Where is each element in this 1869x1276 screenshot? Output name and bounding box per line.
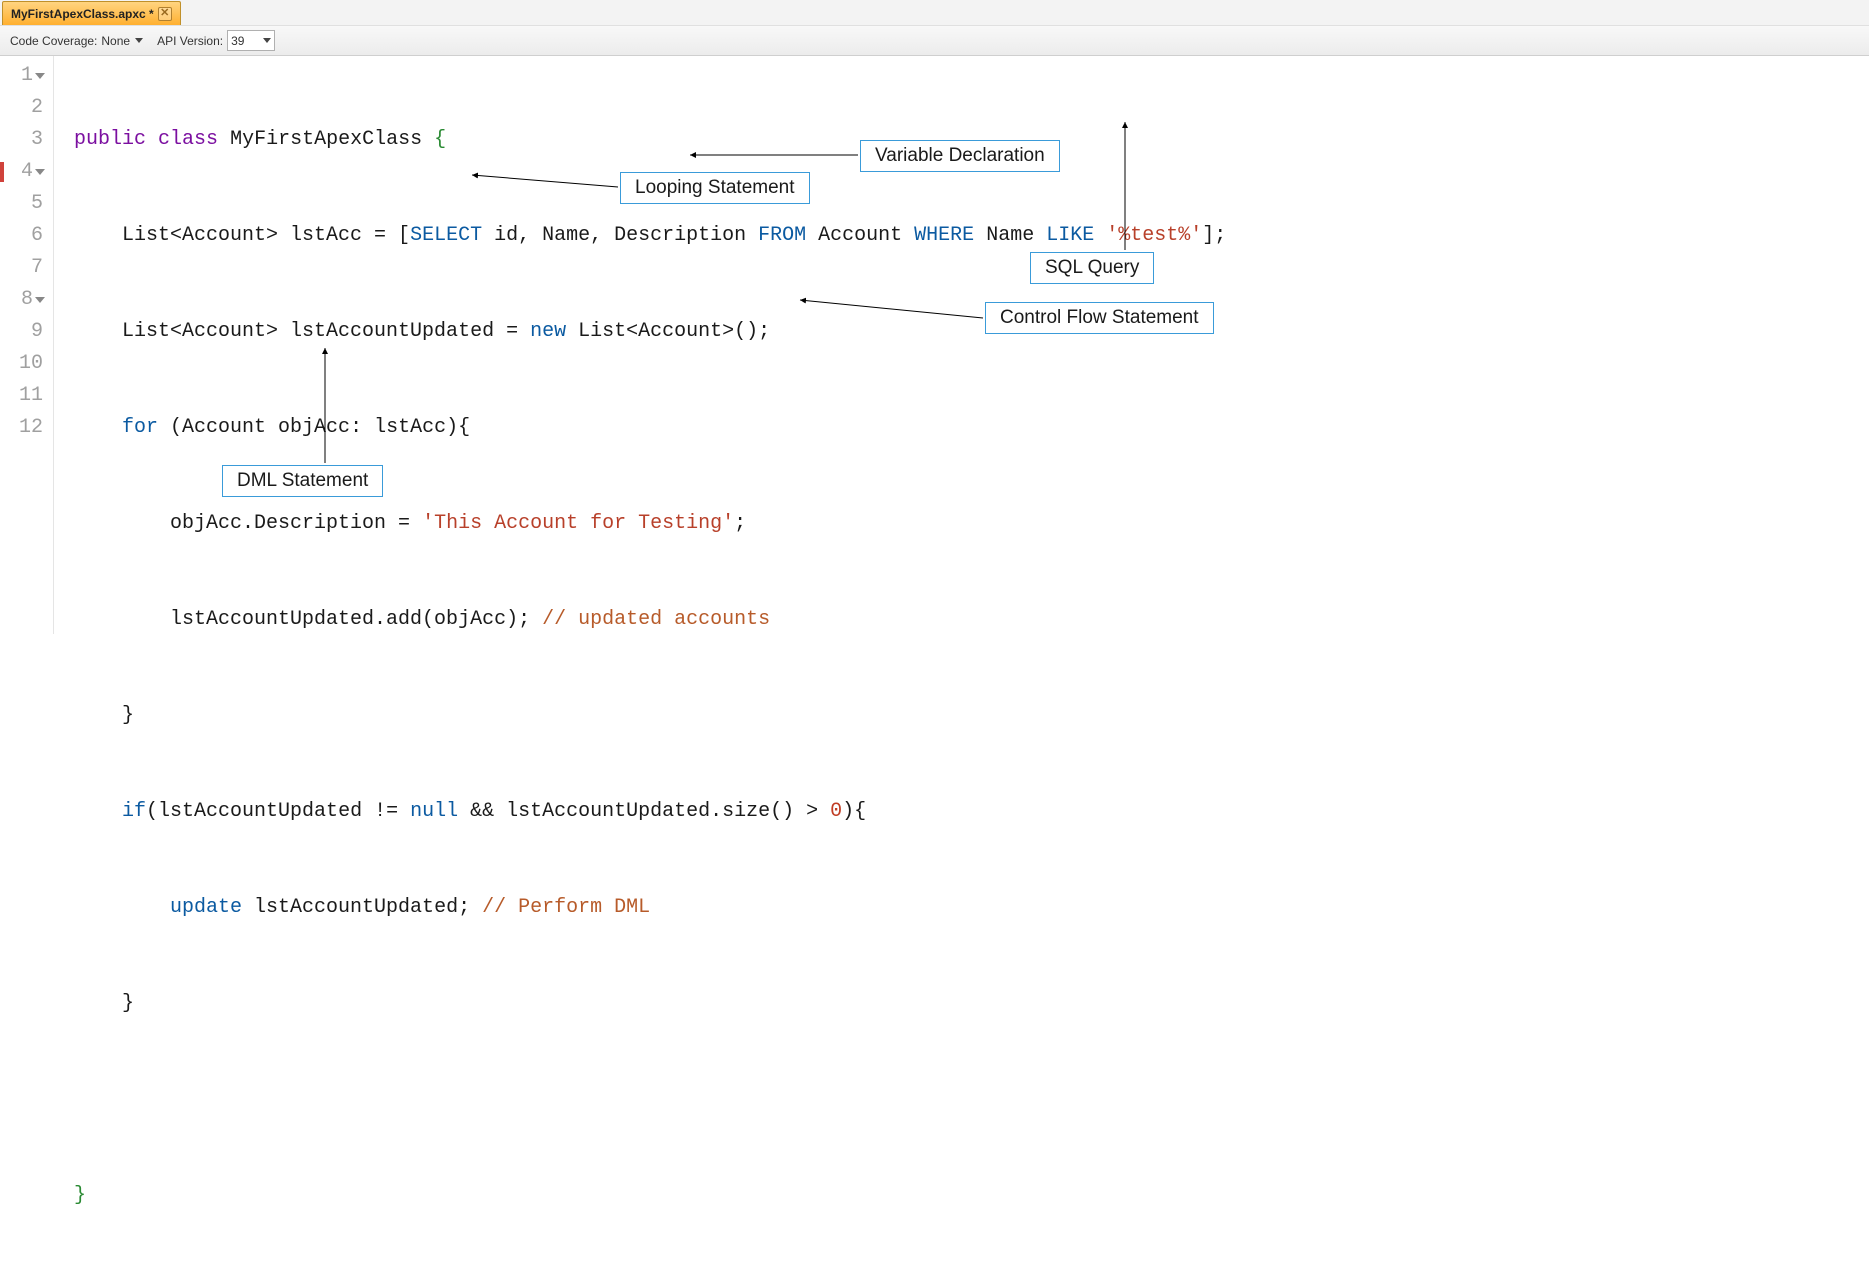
gutter-row: 7 (0, 252, 49, 284)
code-line: objAcc.Description = 'This Account for T… (74, 508, 1869, 540)
gutter-row: 5 (0, 188, 49, 220)
code-line: List<Account> lstAccountUpdated = new Li… (74, 316, 1869, 348)
code-line: } (74, 1180, 1869, 1212)
code-line: lstAccountUpdated.add(objAcc); // update… (74, 604, 1869, 636)
error-indicator (0, 162, 4, 182)
gutter-row: 11 (0, 380, 49, 412)
chevron-down-icon (135, 38, 143, 43)
annotation-sql: SQL Query (1030, 252, 1154, 284)
gutter-row: 4 (0, 156, 49, 188)
gutter-row: 10 (0, 348, 49, 380)
fold-icon[interactable] (35, 169, 45, 175)
gutter-row: 9 (0, 316, 49, 348)
annotation-dml: DML Statement (222, 465, 383, 497)
gutter-row: 2 (0, 92, 49, 124)
fold-icon[interactable] (35, 73, 45, 79)
toolbar: Code Coverage: None API Version: 39 (0, 26, 1869, 56)
code-coverage-dropdown[interactable]: Code Coverage: None (10, 34, 143, 48)
code-line: List<Account> lstAcc = [SELECT id, Name,… (74, 220, 1869, 252)
api-version-label: API Version: (157, 34, 223, 48)
coverage-label: Code Coverage: (10, 34, 97, 48)
annotation-control: Control Flow Statement (985, 302, 1214, 334)
code-line: if(lstAccountUpdated != null && lstAccou… (74, 796, 1869, 828)
api-version-group: API Version: 39 (157, 30, 275, 51)
file-tab[interactable]: MyFirstApexClass.apxc * ✕ (2, 1, 181, 25)
api-version-value: 39 (231, 34, 244, 48)
fold-icon[interactable] (35, 297, 45, 303)
gutter-row: 12 (0, 412, 49, 444)
chevron-down-icon (263, 38, 271, 43)
code-line: } (74, 700, 1869, 732)
annotation-looping: Looping Statement (620, 172, 810, 204)
code-line: for (Account objAcc: lstAcc){ (74, 412, 1869, 444)
gutter-row: 6 (0, 220, 49, 252)
close-icon[interactable]: ✕ (158, 7, 172, 21)
tab-title: MyFirstApexClass.apxc * (11, 7, 154, 21)
tab-bar: MyFirstApexClass.apxc * ✕ (0, 0, 1869, 26)
code-line: } (74, 988, 1869, 1020)
gutter-row: 8 (0, 284, 49, 316)
api-version-select[interactable]: 39 (227, 30, 275, 51)
gutter-row: 3 (0, 124, 49, 156)
coverage-value: None (101, 34, 130, 48)
code-line (74, 1084, 1869, 1116)
gutter: 1 2 3 4 5 6 7 8 9 10 11 12 (0, 56, 54, 634)
annotation-variable: Variable Declaration (860, 140, 1060, 172)
gutter-row: 1 (0, 60, 49, 92)
code-line: update lstAccountUpdated; // Perform DML (74, 892, 1869, 924)
